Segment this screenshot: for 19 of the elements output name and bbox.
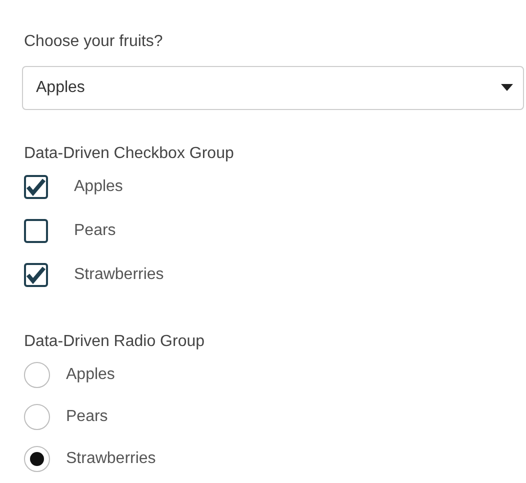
radio-button[interactable] (24, 446, 50, 472)
fruit-select[interactable]: Apples (22, 66, 524, 110)
checkbox-label: Strawberries (74, 265, 164, 285)
checkbox[interactable] (24, 263, 48, 287)
group-label: Data-Driven Checkbox Group (24, 144, 235, 164)
radio-label: Pears (66, 407, 108, 427)
checkmark-icon (26, 266, 46, 284)
group-label: Data-Driven Radio Group (24, 332, 206, 352)
field-label: Choose your fruits? (24, 32, 164, 52)
radio-button[interactable] (24, 404, 50, 430)
radio-label: Apples (66, 365, 115, 385)
caret-icon (501, 84, 513, 92)
radio-label: Strawberries (66, 449, 156, 469)
checkmark-icon (26, 178, 46, 196)
checkbox-label: Pears (74, 221, 116, 241)
checkbox-label: Apples (74, 177, 123, 197)
checkbox[interactable] (24, 219, 48, 243)
radio-button[interactable] (24, 362, 50, 388)
checkbox[interactable] (24, 175, 48, 199)
